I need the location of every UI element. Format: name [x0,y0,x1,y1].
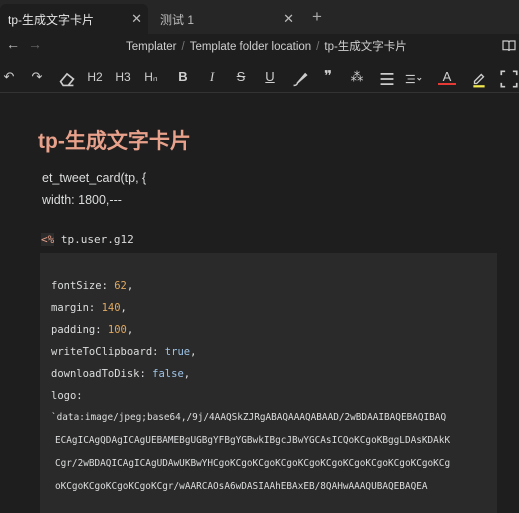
bold-button[interactable]: B [174,68,192,86]
base64-line: `data:image/jpeg;base64,/9j/4AAQSkZJRgAB… [51,412,447,423]
navigation-bar: ← → Templater / Template folder location / t… [0,34,519,58]
code-line: logo: [51,390,83,402]
forward-arrow-icon[interactable]: → [28,36,42,52]
highlight-color-icon[interactable] [470,70,488,88]
base64-line: Cgr/2wBDAQICAgICAgUDAwUKBwYHCgoKCgoKCgoK… [55,458,451,469]
heading2-button[interactable]: H2 [86,68,104,86]
editor-content[interactable]: tp-生成文字卡片 et_tweet_card(tp, { width: 180… [0,93,519,513]
code-line: fontSize: 62, [51,280,134,292]
code-line: margin: 140, [51,302,127,314]
code-line: downloadToDisk: false, [51,368,191,380]
undo-icon[interactable]: ↶ [0,68,18,86]
reading-view-icon[interactable] [502,39,516,52]
special-format-icon[interactable]: ⁂ [348,68,366,86]
eraser-icon[interactable] [58,70,76,88]
breadcrumb: Templater / Template folder location / tp-生成… [126,41,407,53]
code-block: fontSize: 62, margin: 140, padding: 100,… [40,253,497,513]
strikethrough-button[interactable]: S [232,68,250,86]
breadcrumb-item[interactable]: Template folder location [190,41,311,53]
text-color-button[interactable]: A [438,68,456,85]
tab-label: tp-生成文字卡片 [8,12,95,27]
code-line: padding: 100, [51,324,134,336]
breadcrumb-item[interactable]: tp-生成文字卡片 [324,41,406,53]
tab-test1[interactable]: 测试 1 ✕ [152,4,300,34]
text-line: width: 1800,--- [42,193,122,207]
text-line: et_tweet_card(tp, { [42,171,147,185]
base64-line: oKCgoKCgoKCgoKCgoKCgr/wAARCAOsA6wDASIAAh… [55,481,428,492]
tab-active[interactable]: tp-生成文字卡片 ✕ [0,4,148,34]
tab-label: 测试 1 [160,12,195,27]
close-icon[interactable]: ✕ [283,11,294,27]
code-line: writeToClipboard: true, [51,346,197,358]
base64-line: ECAgICAgQDAgICAgUEBAMEBgUGBgYFBgYGBwkIBg… [55,435,451,446]
heading-n-button[interactable]: Hₙ [142,68,160,86]
italic-button[interactable]: I [203,68,221,86]
underline-button[interactable]: U [261,68,279,86]
tab-bar: tp-生成文字卡片 ✕ 测试 1 ✕ + [0,0,519,34]
fullscreen-icon[interactable] [500,70,518,88]
note-title: tp-生成文字卡片 [38,130,191,153]
templater-tag: <% [41,233,55,246]
breadcrumb-item[interactable]: Templater [126,41,177,53]
editor-toolbar: ↶ ↷ H2 H3 Hₙ B I S U ❞ ⁂ A [0,62,519,93]
heading3-button[interactable]: H3 [114,68,132,86]
close-icon[interactable]: ✕ [131,11,142,27]
quote-icon[interactable]: ❞ [319,68,337,86]
templater-expression: tp.user.g12 [54,233,134,246]
templater-command: <% tp.user.g12 [41,233,134,246]
list-icon[interactable] [378,70,396,88]
back-arrow-icon[interactable]: ← [6,36,20,52]
highlight-brush-icon[interactable] [291,70,309,88]
align-icon[interactable] [404,70,422,88]
new-tab-icon[interactable]: + [312,7,322,27]
redo-icon[interactable]: ↷ [28,68,46,86]
